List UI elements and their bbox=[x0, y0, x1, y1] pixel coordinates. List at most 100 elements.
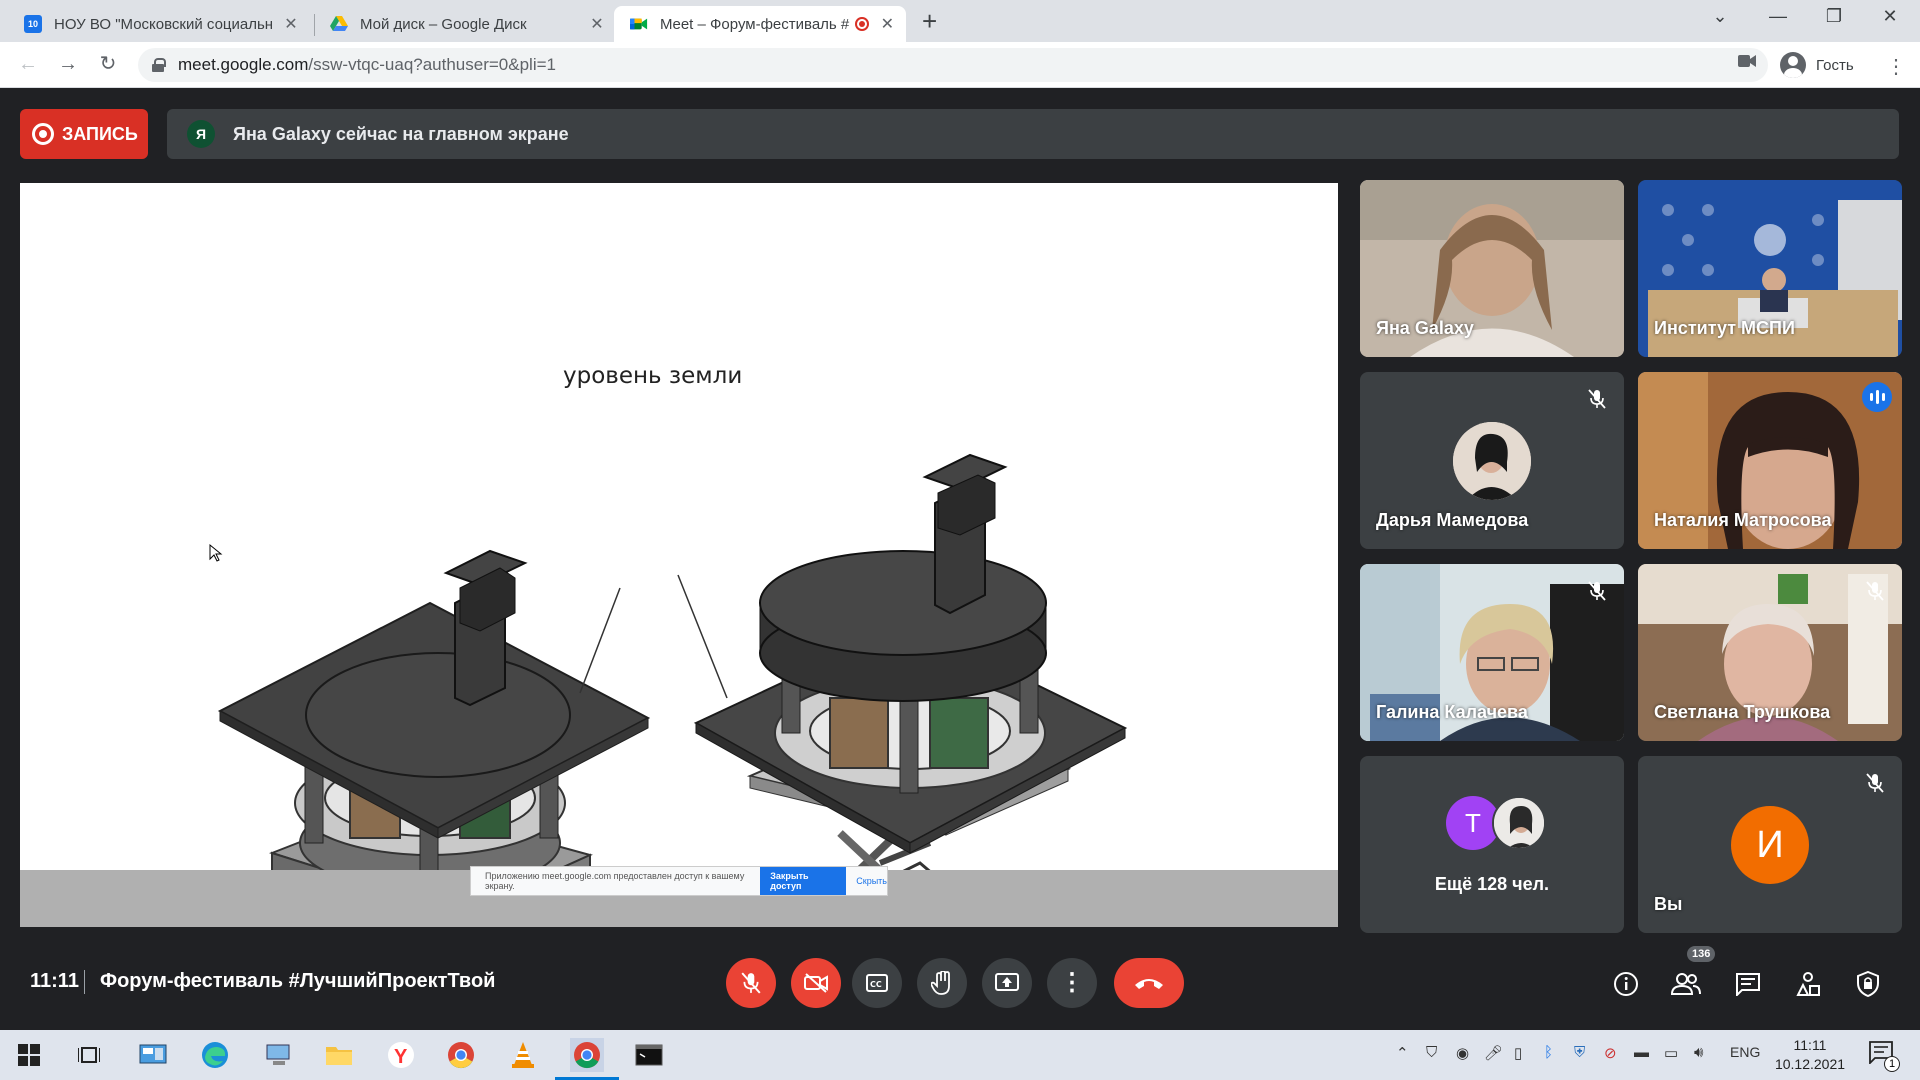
hide-notice-link[interactable]: Скрыть bbox=[856, 876, 887, 886]
maximize-button[interactable]: ❐ bbox=[1814, 6, 1854, 27]
recording-badge[interactable]: ЗАПИСЬ bbox=[20, 109, 148, 159]
camera-toggle-button[interactable] bbox=[791, 958, 841, 1008]
participant-tile[interactable]: Светлана Трушкова bbox=[1638, 564, 1902, 741]
close-icon[interactable]: ✕ bbox=[588, 14, 606, 34]
close-window-button[interactable]: ✕ bbox=[1870, 6, 1910, 27]
self-avatar: И bbox=[1731, 806, 1809, 884]
tab-search-icon[interactable]: ⌄ bbox=[1700, 6, 1740, 27]
meeting-time: 11:11 bbox=[30, 970, 79, 992]
volume-icon[interactable]: 🔊︎ bbox=[1694, 1044, 1703, 1061]
participant-photo-avatar bbox=[1453, 422, 1531, 500]
recording-indicator-icon bbox=[854, 17, 869, 31]
presenter-avatar: Я bbox=[187, 120, 215, 148]
meeting-details-button[interactable] bbox=[1610, 968, 1642, 1000]
activities-button[interactable] bbox=[1792, 968, 1824, 1000]
browser-menu-icon[interactable]: ⋮ bbox=[1886, 54, 1906, 79]
back-button[interactable]: ← bbox=[14, 52, 42, 76]
forward-button[interactable]: → bbox=[54, 52, 82, 76]
system-clock[interactable]: 11:11 10.12.2021 bbox=[1770, 1036, 1850, 1074]
address-bar[interactable]: meet.google.com/ssw-vtqc-uaq?authuser=0&… bbox=[138, 48, 1768, 82]
start-windows-icon[interactable] bbox=[12, 1038, 46, 1072]
tab-meet[interactable]: Meet – Форум-фестиваль # ✕ bbox=[614, 6, 906, 42]
google-meet-icon bbox=[630, 15, 648, 33]
defender-icon[interactable]: ⛨ bbox=[1574, 1044, 1585, 1061]
profile-label: Гость bbox=[1816, 56, 1854, 74]
slide-drawing bbox=[209, 453, 1128, 870]
hang-up-icon bbox=[1135, 979, 1163, 989]
edge-browser-icon[interactable] bbox=[198, 1038, 232, 1072]
tab-university[interactable]: 10 НОУ ВО "Московский социальн ✕ bbox=[8, 6, 310, 42]
self-tile[interactable]: И Вы bbox=[1638, 756, 1902, 933]
windows-taskbar: Y ⌃ ⛉ ◉ 🎤︎ ▯ ᛒ ⛨ ⊘ ▬ ▭ 🔊︎ ENG 11:11 10.1… bbox=[0, 1030, 1920, 1080]
present-screen-icon bbox=[995, 973, 1019, 991]
chrome-active-icon[interactable] bbox=[555, 1038, 619, 1080]
usb-icon[interactable]: ▯ bbox=[1514, 1044, 1522, 1062]
participant-count-badge: 136 bbox=[1687, 946, 1716, 962]
more-options-button[interactable]: ⋮ bbox=[1047, 958, 1097, 1008]
participant-name: Наталия Матросова bbox=[1654, 510, 1832, 530]
participant-tile[interactable]: Галина Калачева bbox=[1360, 564, 1624, 741]
calendar-icon: 10 bbox=[24, 15, 42, 33]
network-computer-icon[interactable] bbox=[262, 1038, 296, 1072]
leader-line-right bbox=[677, 574, 728, 699]
shield-lock-icon bbox=[1857, 971, 1879, 997]
presenter-banner: Я Яна Galaxy сейчас на главном экране bbox=[167, 109, 1899, 159]
share-notice-text: Приложению meet.google.com предоставлен … bbox=[485, 871, 745, 891]
host-controls-button[interactable] bbox=[1852, 968, 1884, 1000]
mic-off-icon bbox=[741, 972, 761, 994]
participants-button[interactable] bbox=[1670, 968, 1702, 1000]
camera-tray-icon[interactable]: ◉ bbox=[1456, 1044, 1469, 1062]
microphone-tray-icon[interactable]: 🎤︎ bbox=[1484, 1044, 1503, 1062]
stop-sharing-button[interactable]: Закрыть доступ bbox=[760, 867, 847, 895]
chrome-icon[interactable] bbox=[444, 1038, 478, 1072]
svg-text:Y: Y bbox=[394, 1046, 408, 1068]
guest-avatar-icon bbox=[1780, 52, 1806, 78]
task-view-icon[interactable] bbox=[72, 1038, 106, 1072]
participant-tile[interactable]: Яна Galaxy bbox=[1360, 180, 1624, 357]
minimize-button[interactable]: — bbox=[1758, 6, 1798, 27]
vlc-player-icon[interactable] bbox=[506, 1038, 540, 1072]
captions-button[interactable]: CC bbox=[852, 958, 902, 1008]
presentation-screen: уровень земли Приложению meet.google.com… bbox=[20, 183, 1338, 927]
new-tab-button[interactable]: + bbox=[922, 8, 937, 34]
divider bbox=[84, 970, 85, 994]
info-icon bbox=[1614, 972, 1638, 996]
ground-level-label: уровень земли bbox=[563, 363, 743, 389]
network-icon[interactable]: ▭ bbox=[1664, 1044, 1678, 1062]
leave-call-button[interactable] bbox=[1114, 958, 1184, 1008]
language-indicator[interactable]: ENG bbox=[1730, 1044, 1760, 1060]
camera-off-icon bbox=[804, 973, 828, 993]
security-shield-icon[interactable]: ⛉ bbox=[1426, 1044, 1437, 1061]
yandex-browser-icon[interactable]: Y bbox=[384, 1038, 418, 1072]
camera-in-use-icon[interactable] bbox=[1738, 54, 1756, 67]
lock-icon[interactable] bbox=[152, 58, 166, 72]
participant-name: Светлана Трушкова bbox=[1654, 702, 1831, 722]
url-host: meet.google.com bbox=[178, 55, 309, 74]
chat-button[interactable] bbox=[1732, 968, 1764, 1000]
present-screen-button[interactable] bbox=[982, 958, 1032, 1008]
participant-tile[interactable]: Институт МСПИ bbox=[1638, 180, 1902, 357]
more-participants-tile[interactable]: Т Ещё 128 чел. bbox=[1360, 756, 1624, 933]
close-icon[interactable]: ✕ bbox=[282, 14, 300, 34]
reload-button[interactable]: ↻ bbox=[94, 52, 122, 76]
participant-name: Галина Калачева bbox=[1376, 702, 1528, 722]
participant-tile-speaking[interactable]: Наталия Матросова bbox=[1638, 372, 1902, 549]
raise-hand-button[interactable] bbox=[917, 958, 967, 1008]
microphone-toggle-button[interactable] bbox=[726, 958, 776, 1008]
activities-icon bbox=[1796, 972, 1820, 996]
tab-google-drive[interactable]: Мой диск – Google Диск ✕ bbox=[314, 6, 616, 42]
profile-button[interactable]: Гость bbox=[1780, 50, 1854, 80]
participant-name: Институт МСПИ bbox=[1654, 318, 1795, 338]
mic-off-icon bbox=[1862, 578, 1888, 604]
bluetooth-icon[interactable]: ᛒ bbox=[1544, 1044, 1553, 1061]
show-hidden-icons[interactable]: ⌃ bbox=[1396, 1044, 1409, 1062]
participant-tile[interactable]: Дарья Мамедова bbox=[1360, 372, 1624, 549]
battery-icon[interactable]: ▬ bbox=[1634, 1044, 1649, 1061]
control-panel-icon[interactable] bbox=[136, 1038, 170, 1072]
tab-bar: 10 НОУ ВО "Московский социальн ✕ Мой дис… bbox=[0, 0, 1920, 42]
mic-off-icon bbox=[1862, 770, 1888, 796]
antivirus-icon[interactable]: ⊘ bbox=[1604, 1044, 1617, 1062]
file-explorer-icon[interactable] bbox=[322, 1038, 356, 1072]
terminal-icon[interactable] bbox=[632, 1038, 666, 1072]
close-icon[interactable]: ✕ bbox=[879, 14, 896, 34]
